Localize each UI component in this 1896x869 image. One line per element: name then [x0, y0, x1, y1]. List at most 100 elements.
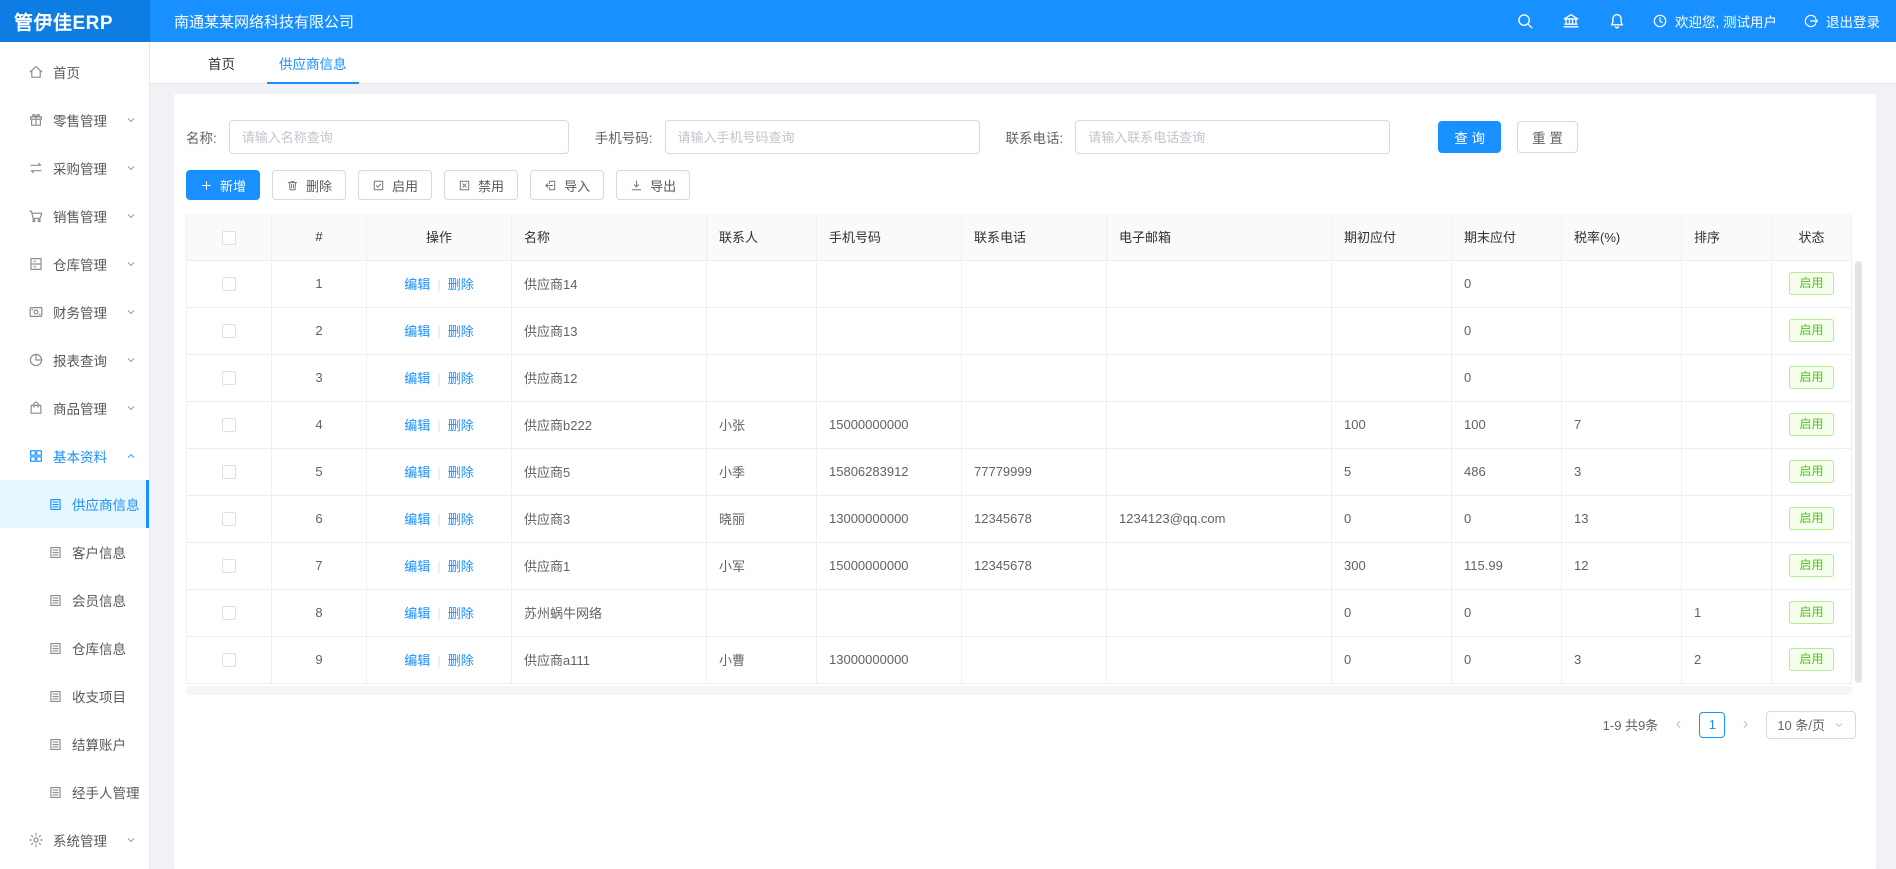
page-size-select[interactable]: 10 条/页: [1766, 711, 1856, 739]
cell-tax-rate: 12: [1562, 542, 1682, 589]
cell-tel: [962, 260, 1107, 307]
name-filter-input[interactable]: [229, 120, 569, 154]
sidebar-subitem-warehouse-info[interactable]: 仓库信息: [0, 624, 149, 672]
table-row: 3编辑|删除供应商120启用: [187, 354, 1852, 401]
sidebar-subitem-customer[interactable]: 客户信息: [0, 528, 149, 576]
sidebar-item-goods[interactable]: 商品管理: [0, 384, 149, 432]
logout-button[interactable]: 退出登录: [1803, 11, 1880, 31]
welcome-user[interactable]: 欢迎您, 测试用户: [1652, 11, 1777, 31]
row-checkbox[interactable]: [222, 324, 236, 338]
header-actions: 欢迎您, 测试用户 退出登录: [1488, 11, 1896, 31]
cell-tel: [962, 354, 1107, 401]
sidebar-subitem-member[interactable]: 会员信息: [0, 576, 149, 624]
delete-link[interactable]: 删除: [448, 465, 474, 480]
action-toolbar: 新增 删除启用禁用导入导出: [186, 170, 1862, 200]
main-area: 首页供应商信息 名称:手机号码:联系电话:查 询重 置 新增删除启用禁用导入导出…: [150, 42, 1896, 869]
sidebar-subitem-supplier[interactable]: 供应商信息: [0, 480, 149, 528]
next-page-button[interactable]: [1739, 718, 1752, 731]
delete-link[interactable]: 删除: [448, 606, 474, 621]
delete-link[interactable]: 删除: [448, 324, 474, 339]
add-button[interactable]: 新增: [186, 170, 260, 200]
cell-status: 启用: [1772, 448, 1852, 495]
row-checkbox[interactable]: [222, 653, 236, 667]
delete-link[interactable]: 删除: [448, 512, 474, 527]
edit-link[interactable]: 编辑: [404, 277, 430, 292]
bank-icon[interactable]: [1562, 12, 1580, 30]
chevron-down-icon: [125, 306, 137, 318]
row-checkbox[interactable]: [222, 559, 236, 573]
cell-opening-payable: 300: [1332, 542, 1452, 589]
table-row: 1编辑|删除供应商140启用: [187, 260, 1852, 307]
edit-link[interactable]: 编辑: [404, 559, 430, 574]
edit-link[interactable]: 编辑: [404, 418, 430, 433]
table-scrollbar[interactable]: [1855, 261, 1862, 683]
button-label: 新增: [220, 176, 246, 195]
logout-icon: [1803, 13, 1819, 29]
sidebar-item-purchase[interactable]: 采购管理: [0, 144, 149, 192]
basic-icon: [28, 448, 44, 464]
select-all-checkbox[interactable]: [222, 231, 236, 245]
status-badge: 启用: [1789, 648, 1833, 670]
sidebar-item-finance[interactable]: 财务管理: [0, 288, 149, 336]
edit-link[interactable]: 编辑: [404, 324, 430, 339]
delete-link[interactable]: 删除: [448, 559, 474, 574]
sidebar-subitem-handler[interactable]: 经手人管理: [0, 768, 149, 816]
tab-supplier-info[interactable]: 供应商信息: [267, 42, 359, 83]
sidebar-item-warehouse[interactable]: 仓库管理: [0, 240, 149, 288]
row-checkbox[interactable]: [222, 418, 236, 432]
sidebar-item-system[interactable]: 系统管理: [0, 816, 149, 864]
delete-link[interactable]: 删除: [448, 371, 474, 386]
row-checkbox[interactable]: [222, 277, 236, 291]
edit-link[interactable]: 编辑: [404, 371, 430, 386]
export-button[interactable]: 导出: [616, 170, 690, 200]
cell-select: [187, 354, 272, 401]
cell-select: [187, 636, 272, 683]
sidebar-item-label: 仓库管理: [53, 254, 107, 274]
enable-button[interactable]: 启用: [358, 170, 432, 200]
row-checkbox[interactable]: [222, 512, 236, 526]
cell-contact: [707, 589, 817, 636]
edit-link[interactable]: 编辑: [404, 465, 430, 480]
row-checkbox[interactable]: [222, 371, 236, 385]
name-filter-label: 名称:: [186, 127, 217, 147]
sidebar-item-retail[interactable]: 零售管理: [0, 96, 149, 144]
edit-link[interactable]: 编辑: [404, 606, 430, 621]
cell-phone: [817, 307, 962, 354]
reset-button[interactable]: 重 置: [1517, 121, 1578, 153]
sidebar-item-report[interactable]: 报表查询: [0, 336, 149, 384]
edit-link[interactable]: 编辑: [404, 512, 430, 527]
cell-operations: 编辑|删除: [367, 307, 512, 354]
op-divider: |: [437, 606, 440, 621]
table-hscrollbar[interactable]: [186, 686, 1852, 695]
chevron-down-icon: [125, 210, 137, 222]
cell-tel: 77779999: [962, 448, 1107, 495]
edit-link[interactable]: 编辑: [404, 653, 430, 668]
import-button[interactable]: 导入: [530, 170, 604, 200]
sidebar-item-basic[interactable]: 基本资料: [0, 432, 149, 480]
cell-select: [187, 495, 272, 542]
cell-sort: [1682, 260, 1772, 307]
sidebar-item-home[interactable]: 首页: [0, 48, 149, 96]
prev-page-button[interactable]: [1672, 718, 1685, 731]
search-icon[interactable]: [1516, 12, 1534, 30]
sidebar-item-sales[interactable]: 销售管理: [0, 192, 149, 240]
current-page[interactable]: 1: [1699, 712, 1725, 738]
delete-link[interactable]: 删除: [448, 653, 474, 668]
top-header: 管伊佳ERP 南通某某网络科技有限公司 欢迎您, 测试用户 退出登录: [0, 0, 1896, 42]
delete-link[interactable]: 删除: [448, 277, 474, 292]
tab-home[interactable]: 首页: [196, 42, 247, 83]
sidebar-subitem-settlement-account[interactable]: 结算账户: [0, 720, 149, 768]
row-checkbox[interactable]: [222, 606, 236, 620]
cell-tel: [962, 307, 1107, 354]
sidebar-subitem-income-expense[interactable]: 收支项目: [0, 672, 149, 720]
disable-button[interactable]: 禁用: [444, 170, 518, 200]
phone-filter-input[interactable]: [665, 120, 980, 154]
app-logo: 管伊佳ERP: [0, 0, 150, 42]
tel-filter-input[interactable]: [1075, 120, 1390, 154]
bell-icon[interactable]: [1608, 12, 1626, 30]
row-checkbox[interactable]: [222, 465, 236, 479]
delete-button[interactable]: 删除: [272, 170, 346, 200]
app-shell: 首页零售管理采购管理销售管理仓库管理财务管理报表查询商品管理基本资料供应商信息客…: [0, 42, 1896, 869]
search-button[interactable]: 查 询: [1438, 121, 1501, 153]
delete-link[interactable]: 删除: [448, 418, 474, 433]
